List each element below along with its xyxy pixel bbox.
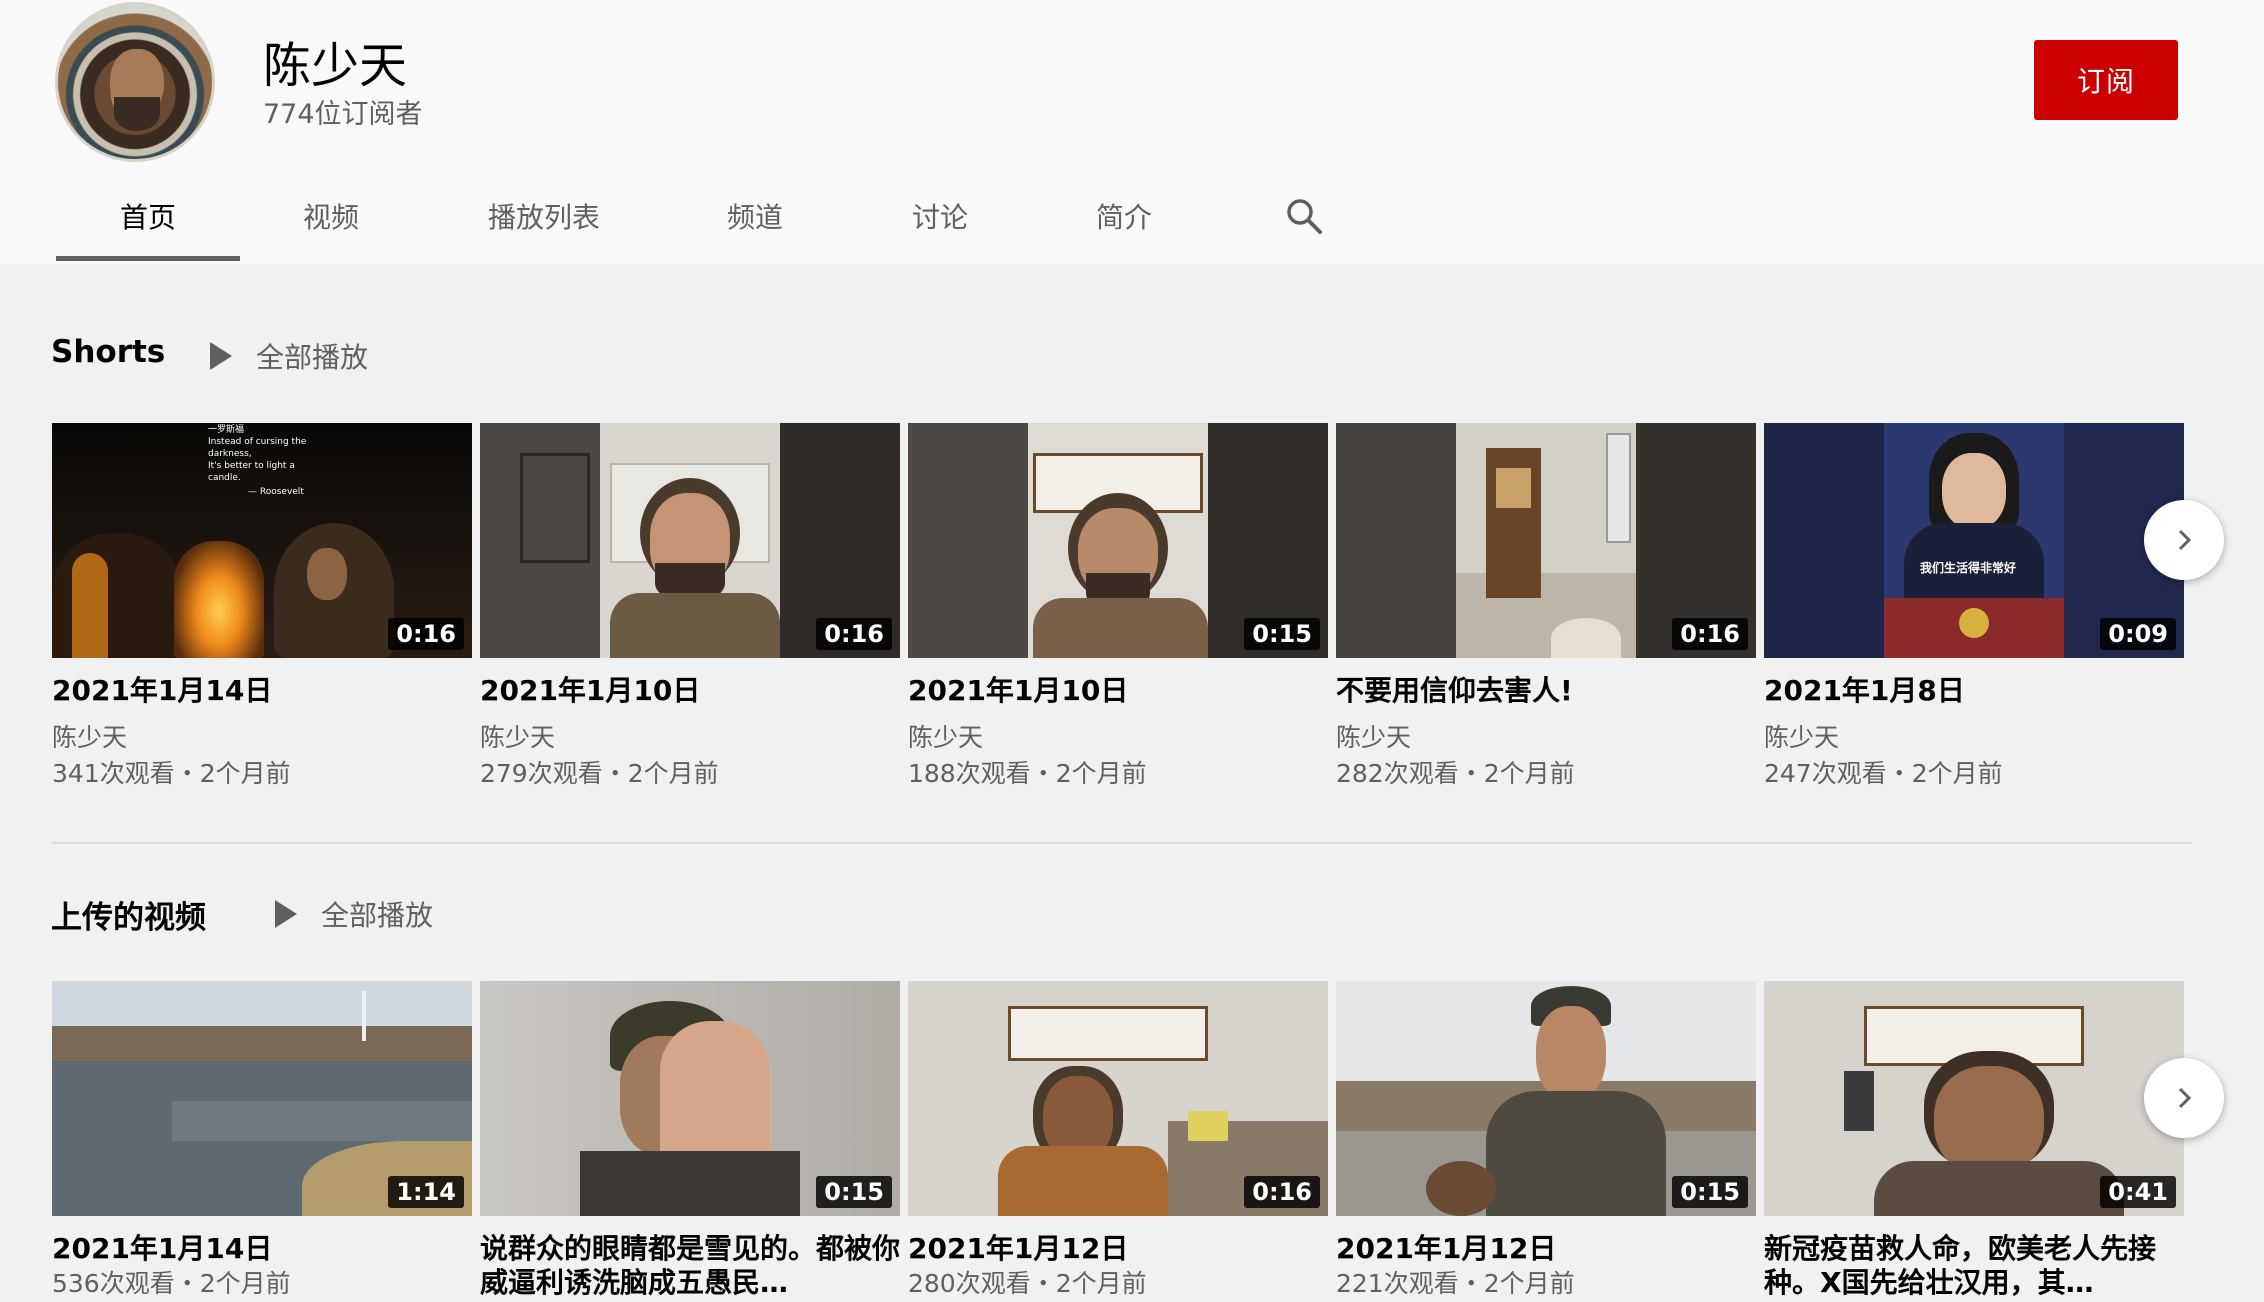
video-meta: 188次观看・2个月前: [908, 759, 1147, 788]
video-thumbnail[interactable]: 0:15: [480, 981, 900, 1216]
thumbnail-overlay-text: — Roosevelt: [248, 487, 304, 497]
video-title[interactable]: 不要用信仰去害人!: [1336, 674, 1756, 708]
video-duration: 0:41: [2100, 1176, 2176, 1208]
tab-discussion[interactable]: 讨论: [912, 196, 968, 260]
video-card[interactable]: 0:15 2021年1月12日 221次观看・2个月前: [1336, 981, 1756, 1302]
video-thumbnail[interactable]: 0:16: [908, 981, 1328, 1216]
video-duration: 0:15: [1244, 618, 1320, 650]
video-meta: 247次观看・2个月前: [1764, 759, 2003, 788]
video-duration: 1:14: [388, 1176, 464, 1208]
video-title[interactable]: 2021年1月10日: [908, 674, 1328, 708]
shorts-shelf-title: Shorts: [51, 334, 166, 370]
video-title[interactable]: 2021年1月12日: [908, 1232, 1328, 1266]
video-title[interactable]: 2021年1月14日: [52, 1232, 472, 1266]
shorts-next-button[interactable]: [2144, 500, 2224, 580]
video-meta: 221次观看・2个月前: [1336, 1269, 1575, 1298]
video-card[interactable]: 我们生活得非常好 0:09 2021年1月8日 陈少天 247次观看・2个月前: [1764, 423, 2184, 792]
thumbnail-overlay-text: candle.: [208, 473, 241, 483]
video-card[interactable]: 0:41 新冠疫苗救人命，欧美老人先接种。X国先给壮汉用，其…: [1764, 981, 2184, 1300]
video-duration: 0:15: [1672, 1176, 1748, 1208]
video-title[interactable]: 2021年1月10日: [480, 674, 900, 708]
video-card[interactable]: 0:16 2021年1月12日 280次观看・2个月前: [908, 981, 1328, 1302]
video-card[interactable]: 0:15 说群众的眼睛都是雪见的。都被你威逼利诱洗脑成五愚民…: [480, 981, 900, 1300]
video-thumbnail[interactable]: 一罗斯福 Instead of cursing the darkness, It…: [52, 423, 472, 658]
play-icon: [275, 900, 297, 928]
video-card[interactable]: 0:15 2021年1月10日 陈少天 188次观看・2个月前: [908, 423, 1328, 792]
video-title[interactable]: 2021年1月12日: [1336, 1232, 1756, 1266]
video-thumbnail[interactable]: 0:15: [1336, 981, 1756, 1216]
video-title[interactable]: 说群众的眼睛都是雪见的。都被你威逼利诱洗脑成五愚民…: [480, 1232, 900, 1300]
search-icon[interactable]: [1284, 196, 1324, 236]
video-meta: 280次观看・2个月前: [908, 1269, 1147, 1298]
active-tab-indicator: [56, 256, 240, 261]
video-duration: 0:16: [816, 618, 892, 650]
video-card[interactable]: 1:14 2021年1月14日 536次观看・2个月前: [52, 981, 472, 1302]
video-title[interactable]: 2021年1月14日: [52, 674, 472, 708]
uploads-shelf-title: 上传的视频: [51, 900, 206, 936]
video-duration: 0:09: [2100, 618, 2176, 650]
video-thumbnail[interactable]: 0:41: [1764, 981, 2184, 1216]
subscribe-button[interactable]: 订阅: [2034, 40, 2178, 120]
uploads-next-button[interactable]: [2144, 1058, 2224, 1138]
tab-about[interactable]: 简介: [1096, 196, 1152, 260]
subscriber-count: 774位订阅者: [263, 99, 423, 130]
video-duration: 0:16: [1244, 1176, 1320, 1208]
chevron-right-icon: [2178, 1087, 2192, 1109]
tab-home[interactable]: 首页: [120, 196, 176, 260]
thumbnail-overlay-text: 一罗斯福: [208, 425, 245, 435]
video-thumbnail[interactable]: 0:16: [1336, 423, 1756, 658]
video-duration: 0:15: [816, 1176, 892, 1208]
video-meta: 341次观看・2个月前: [52, 759, 291, 788]
video-thumbnail[interactable]: 我们生活得非常好 0:09: [1764, 423, 2184, 658]
video-channel[interactable]: 陈少天: [908, 720, 1328, 756]
play-all-label: 全部播放: [256, 341, 369, 374]
video-channel[interactable]: 陈少天: [480, 720, 900, 756]
tab-videos[interactable]: 视频: [303, 196, 359, 260]
thumbnail-overlay-text: darkness,: [208, 449, 252, 459]
video-meta: 279次观看・2个月前: [480, 759, 719, 788]
channel-avatar[interactable]: [55, 2, 215, 162]
video-card[interactable]: 0:16 不要用信仰去害人! 陈少天 282次观看・2个月前: [1336, 423, 1756, 792]
thumbnail-overlay-text: It's better to light a: [208, 461, 295, 471]
video-meta: 536次观看・2个月前: [52, 1269, 291, 1298]
video-title[interactable]: 新冠疫苗救人命，欧美老人先接种。X国先给壮汉用，其…: [1764, 1232, 2184, 1300]
video-thumbnail[interactable]: 1:14: [52, 981, 472, 1216]
thumbnail-overlay-text: Instead of cursing the: [208, 437, 307, 447]
video-channel[interactable]: 陈少天: [1336, 720, 1756, 756]
thumbnail-overlay-text: 我们生活得非常好: [1920, 561, 2017, 575]
avatar-beard: [114, 97, 160, 131]
shelf-divider: [52, 842, 2192, 844]
video-card[interactable]: 0:16 2021年1月10日 陈少天 279次观看・2个月前: [480, 423, 900, 792]
video-thumbnail[interactable]: 0:16: [480, 423, 900, 658]
video-card[interactable]: 一罗斯福 Instead of cursing the darkness, It…: [52, 423, 472, 792]
video-meta: 282次观看・2个月前: [1336, 759, 1575, 788]
play-icon: [210, 342, 232, 370]
video-duration: 0:16: [388, 618, 464, 650]
chevron-right-icon: [2178, 529, 2192, 551]
uploads-play-all[interactable]: 全部播放: [275, 894, 433, 934]
tab-playlists[interactable]: 播放列表: [488, 196, 600, 260]
shorts-play-all[interactable]: 全部播放: [210, 336, 368, 376]
play-all-label: 全部播放: [321, 899, 434, 932]
video-duration: 0:16: [1672, 618, 1748, 650]
video-channel[interactable]: 陈少天: [52, 720, 472, 756]
channel-name: 陈少天: [263, 38, 408, 94]
tab-channels[interactable]: 频道: [727, 196, 783, 260]
video-thumbnail[interactable]: 0:15: [908, 423, 1328, 658]
video-channel[interactable]: 陈少天: [1764, 720, 2184, 756]
video-title[interactable]: 2021年1月8日: [1764, 674, 2184, 708]
channel-header: 陈少天 774位订阅者 订阅 首页 视频 播放列表 频道 讨论 简介: [0, 0, 2264, 264]
